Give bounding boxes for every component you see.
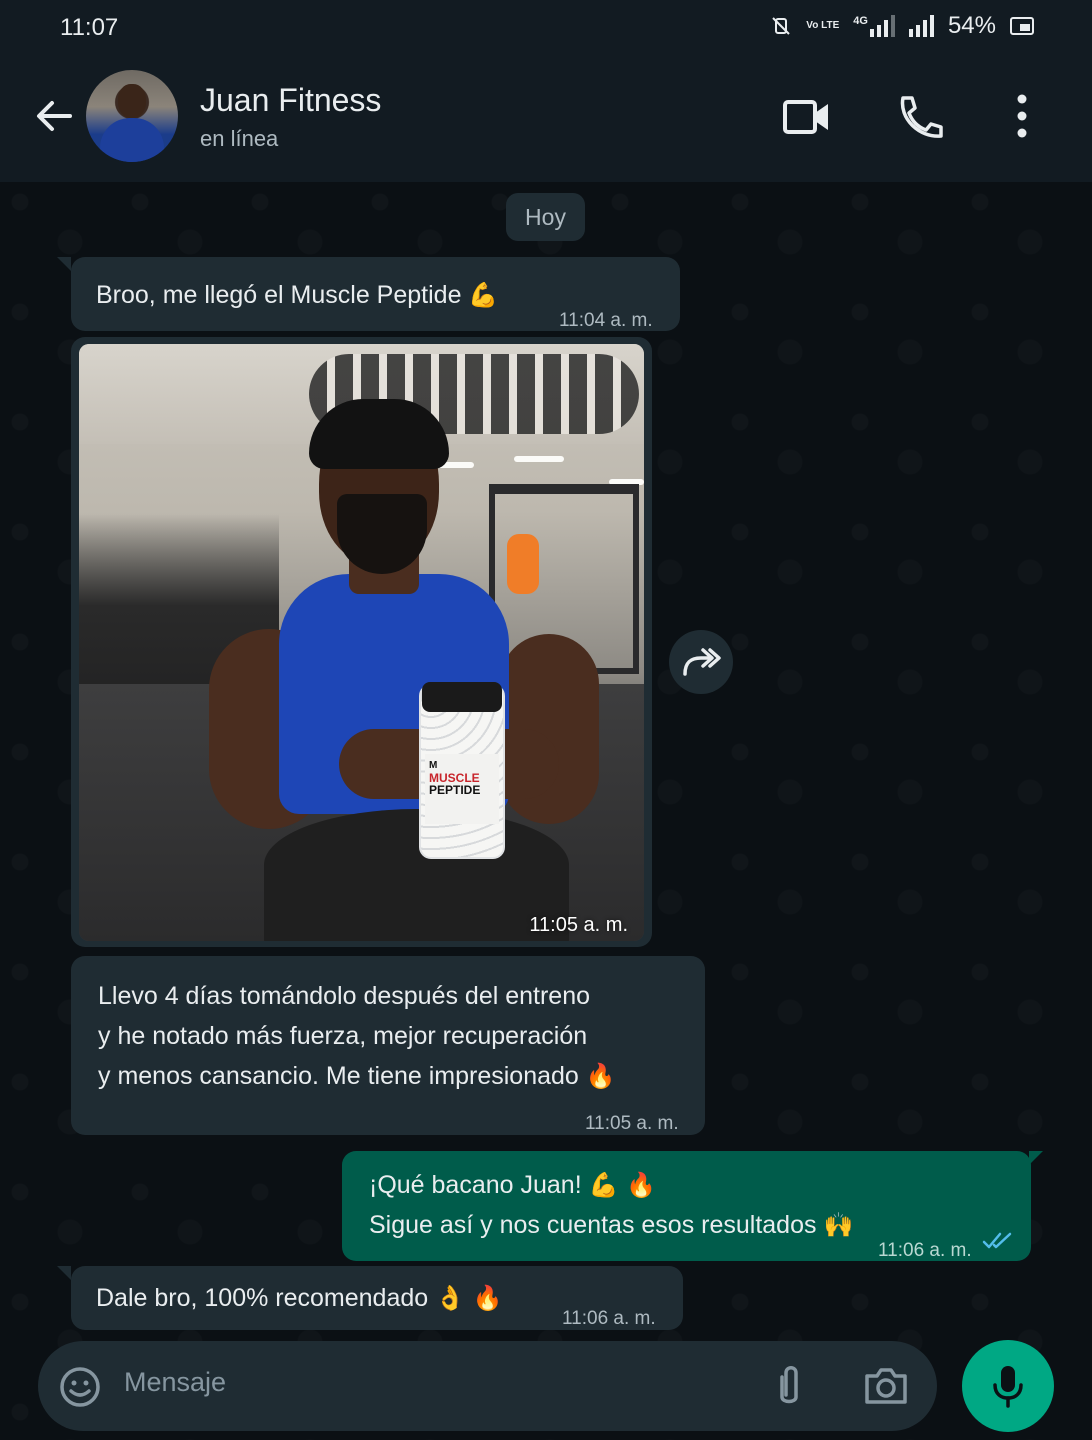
- message-line: y he notado más fuerza, mejor recuperaci…: [98, 1022, 588, 1050]
- message-line: y menos cansancio. Me tiene impresionado: [98, 1062, 579, 1090]
- battery-percent: 54%: [947, 12, 996, 39]
- vibrate-off-icon: [772, 17, 791, 35]
- volte-indicator: Vo LTE: [806, 20, 840, 31]
- mic-icon: [993, 1366, 1023, 1408]
- date-separator: Hoy: [506, 193, 585, 241]
- camera-icon[interactable]: [863, 1366, 909, 1406]
- message-time: 11:05 a. m.: [585, 1113, 679, 1134]
- message-image[interactable]: M MUSCLE PEPTIDE 11:05 a. m.: [71, 337, 652, 947]
- message-time: 11:06 a. m.: [562, 1308, 656, 1329]
- video-call-icon[interactable]: [782, 94, 832, 140]
- message-text: Broo, me llegó el Muscle Peptide: [96, 281, 462, 309]
- bubble-tail: [57, 1266, 71, 1280]
- chat-header: Juan Fitness en línea: [0, 58, 1092, 182]
- contact-status: en línea: [200, 126, 279, 151]
- message-input-bar: Mensaje: [38, 1341, 937, 1431]
- avatar[interactable]: [86, 70, 178, 162]
- more-vert-icon[interactable]: [997, 94, 1047, 140]
- phone-icon[interactable]: [895, 94, 945, 140]
- bubble-tail: [57, 257, 71, 271]
- message-time: 11:06 a. m.: [878, 1240, 972, 1261]
- message-incoming[interactable]: Dale bro, 100% recomendado 👌 🔥 11:06 a. …: [71, 1266, 683, 1330]
- emoji-icon[interactable]: [58, 1365, 102, 1409]
- mic-button[interactable]: [962, 1340, 1054, 1432]
- message-line: Llevo 4 días tomándolo después del entre…: [98, 982, 591, 1010]
- message-incoming[interactable]: Broo, me llegó el Muscle Peptide 💪 11:04…: [71, 257, 680, 331]
- message-time: 11:05 a. m.: [529, 914, 628, 936]
- message-line: Sigue así y nos cuentas esos resultados: [369, 1211, 817, 1239]
- status-time: 11:07: [60, 14, 119, 41]
- signal-icon: [908, 15, 934, 37]
- contact-name[interactable]: Juan Fitness: [200, 82, 381, 119]
- forward-icon: [683, 648, 721, 676]
- product-label: M MUSCLE PEPTIDE: [425, 754, 499, 824]
- battery-icon: [1010, 17, 1034, 35]
- flexed-biceps-emoji: 💪: [468, 281, 499, 309]
- message-input[interactable]: Mensaje: [124, 1367, 226, 1398]
- attach-icon[interactable]: [772, 1363, 806, 1409]
- status-icons: Vo LTE 4G 54%: [770, 12, 1034, 40]
- bubble-tail: [1029, 1151, 1043, 1165]
- biceps-fire-emoji: 💪 🔥: [588, 1171, 657, 1199]
- raising-hands-emoji: 🙌: [823, 1211, 854, 1239]
- message-time: 11:04 a. m.: [559, 310, 653, 331]
- fire-emoji: 🔥: [585, 1062, 616, 1090]
- message-incoming[interactable]: Llevo 4 días tomándolo después del entre…: [71, 956, 705, 1135]
- status-bar: 11:07 Vo LTE 4G 54%: [0, 0, 1092, 58]
- signal-4g-icon: 4G: [853, 15, 895, 37]
- ok-fire-emoji: 👌 🔥: [435, 1284, 503, 1312]
- back-arrow-icon[interactable]: [30, 92, 78, 140]
- read-ticks-icon: [982, 1232, 1012, 1249]
- message-text: Dale bro, 100% recomendado: [96, 1284, 429, 1312]
- message-outgoing[interactable]: ¡Qué bacano Juan! 💪 🔥 Sigue así y nos cu…: [342, 1151, 1031, 1261]
- gym-photo[interactable]: M MUSCLE PEPTIDE: [79, 344, 644, 941]
- forward-button[interactable]: [669, 630, 733, 694]
- message-line: ¡Qué bacano Juan!: [369, 1171, 582, 1199]
